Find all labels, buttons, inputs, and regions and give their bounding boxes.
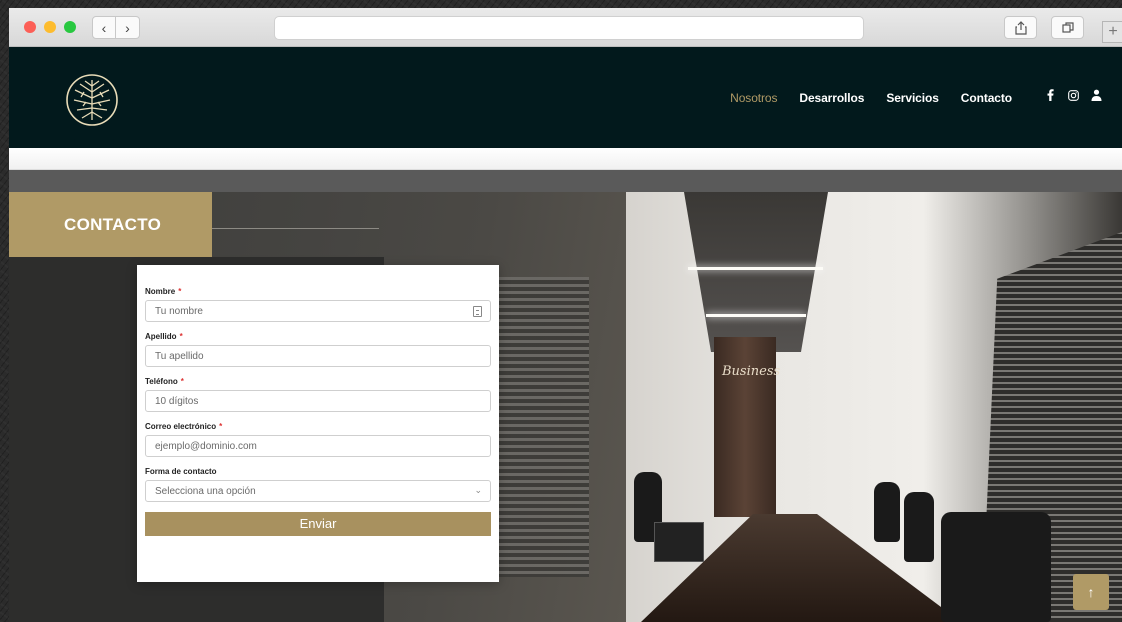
nombre-input[interactable]: Tu nombre bbox=[145, 300, 491, 322]
ceiling-panel bbox=[684, 192, 828, 352]
user-icon[interactable] bbox=[1090, 88, 1102, 102]
correo-label: Correo electrónico * bbox=[145, 422, 223, 431]
new-tab-button[interactable]: + bbox=[1102, 21, 1122, 43]
section-title: CONTACTO bbox=[64, 214, 162, 234]
nav-link-servicios[interactable]: Servicios bbox=[886, 91, 939, 105]
plus-icon: + bbox=[1108, 23, 1118, 40]
required-mark: * bbox=[219, 422, 223, 431]
field-forma-contacto: Forma de contacto Selecciona una opción … bbox=[145, 467, 491, 502]
wall-sign: Business bbox=[722, 364, 781, 379]
apellido-input[interactable]: Tu apellido bbox=[145, 345, 491, 367]
office-chair bbox=[874, 482, 900, 542]
facebook-icon[interactable] bbox=[1044, 88, 1056, 102]
arrow-up-icon: ↑ bbox=[1087, 584, 1095, 600]
close-window-button[interactable] bbox=[24, 21, 36, 33]
telefono-label: Teléfono * bbox=[145, 377, 184, 386]
back-button[interactable]: ‹ bbox=[92, 16, 116, 39]
nav-link-contacto[interactable]: Contacto bbox=[961, 91, 1012, 105]
title-underline bbox=[209, 228, 379, 229]
nav-link-nosotros[interactable]: Nosotros bbox=[730, 91, 777, 105]
apellido-label: Apellido * bbox=[145, 332, 183, 341]
chevron-left-icon: ‹ bbox=[101, 19, 107, 36]
required-mark: * bbox=[179, 332, 183, 341]
forward-button[interactable]: › bbox=[116, 16, 140, 39]
chevron-right-icon: › bbox=[125, 19, 130, 36]
telefono-input[interactable]: 10 dígitos bbox=[145, 390, 491, 412]
field-apellido: Apellido * Tu apellido bbox=[145, 332, 491, 367]
section-title-tab: CONTACTO bbox=[9, 192, 212, 257]
tabs-icon bbox=[1061, 21, 1074, 33]
share-button[interactable] bbox=[1004, 16, 1037, 39]
browser-toolbar: ‹ › + bbox=[9, 8, 1122, 47]
show-tabs-button[interactable] bbox=[1051, 16, 1084, 39]
ceiling-light bbox=[706, 314, 806, 317]
contact-form: Nombre * Tu nombre Apellido * Tu apellido … bbox=[137, 265, 499, 582]
browser-window: ‹ › + Nosotros Desarrollos Servicios Con… bbox=[9, 8, 1122, 622]
office-chair bbox=[941, 512, 1051, 622]
instagram-icon[interactable] bbox=[1067, 88, 1079, 102]
main-navigation: Nosotros Desarrollos Servicios Contacto bbox=[730, 47, 1012, 148]
social-links bbox=[1044, 88, 1102, 102]
zoom-window-button[interactable] bbox=[64, 21, 76, 33]
required-mark: * bbox=[178, 287, 182, 296]
share-icon bbox=[1014, 20, 1027, 35]
chevron-down-icon: ⌄ bbox=[474, 485, 482, 495]
contact-card-icon[interactable] bbox=[473, 306, 482, 317]
laptop bbox=[654, 522, 704, 562]
required-mark: * bbox=[180, 377, 184, 386]
office-chair bbox=[904, 492, 934, 562]
minimize-window-button[interactable] bbox=[44, 21, 56, 33]
field-nombre: Nombre * Tu nombre bbox=[145, 287, 491, 322]
forma-contacto-label: Forma de contacto bbox=[145, 467, 217, 476]
enviar-button[interactable]: Enviar bbox=[145, 512, 491, 536]
contact-hero: Business CONTACTO Nombre * Tu nombre Apel… bbox=[9, 192, 1122, 622]
divider-band bbox=[9, 170, 1122, 192]
address-bar[interactable] bbox=[274, 16, 864, 40]
forma-contacto-select[interactable]: Selecciona una opción ⌄ bbox=[145, 480, 491, 502]
conference-room-photo: Business bbox=[626, 192, 1122, 622]
header-shadow-band bbox=[9, 148, 1122, 170]
field-correo: Correo electrónico * ejemplo@dominio.com bbox=[145, 422, 491, 457]
nombre-label: Nombre * bbox=[145, 287, 182, 296]
window-blinds-left bbox=[499, 277, 589, 577]
site-header: Nosotros Desarrollos Servicios Contacto bbox=[9, 47, 1122, 148]
tree-logo-icon[interactable] bbox=[64, 72, 120, 128]
field-telefono: Teléfono * 10 dígitos bbox=[145, 377, 491, 412]
nav-link-desarrollos[interactable]: Desarrollos bbox=[799, 91, 864, 105]
correo-input[interactable]: ejemplo@dominio.com bbox=[145, 435, 491, 457]
ceiling-light bbox=[688, 267, 823, 270]
scroll-to-top-button[interactable]: ↑ bbox=[1073, 574, 1109, 610]
